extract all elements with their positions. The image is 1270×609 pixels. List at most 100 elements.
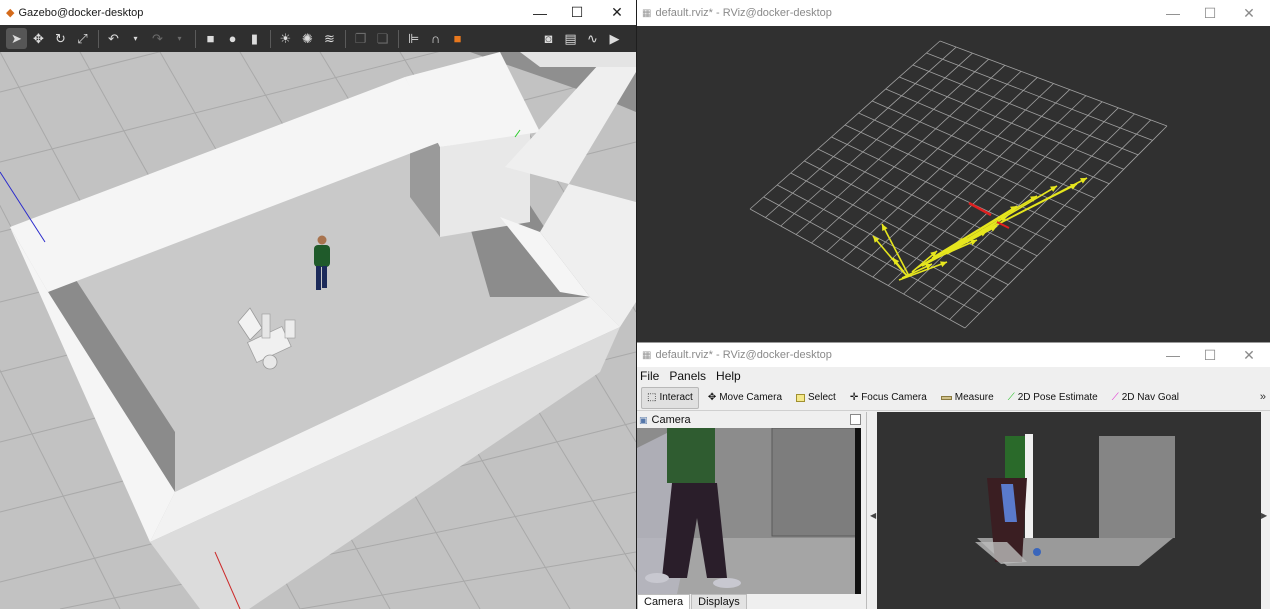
rviz-3d-view[interactable]	[637, 26, 1270, 342]
tool-move-camera[interactable]: ✥ Move Camera	[703, 387, 787, 409]
cursor-icon: ⬚	[647, 392, 657, 403]
gazebo-close-button[interactable]: ✕	[597, 0, 637, 25]
panel-icon: ▣	[639, 414, 648, 425]
tool-label: Interact	[659, 392, 693, 403]
rviz-bottom-scene	[877, 412, 1261, 609]
camera-image	[637, 428, 861, 594]
rviz-bottom-window-title: default.rviz* - RViz@docker-desktop	[655, 349, 832, 361]
screenshot-icon[interactable]: ◙	[538, 28, 559, 49]
tab-displays[interactable]: Displays	[691, 594, 747, 609]
align-icon[interactable]: ⊫	[403, 28, 424, 49]
ruler-icon	[940, 395, 952, 400]
grid-line	[749, 208, 966, 329]
pose-array	[872, 177, 1088, 281]
rviz-toolbar: ⬚ Interact ✥ Move Camera Select ✛ Focus …	[637, 385, 1270, 411]
paste-icon[interactable]: ❏	[372, 28, 393, 49]
spot-light-icon[interactable]: ✺	[297, 28, 318, 49]
menu-help[interactable]: Help	[716, 369, 741, 383]
rviz-bottom-minimize-button[interactable]: —	[1153, 343, 1193, 367]
undo-icon[interactable]: ↶	[103, 28, 124, 49]
camera-image-view	[637, 428, 861, 594]
gazebo-toolbar: ➤ ✥ ↻ ⤢ ↶ ▾ ↷ ▾ ■ ● ▮ ☀ ✺ ≋ ❐ ❏ ⊫ ∩ ■ ◙ …	[0, 25, 636, 52]
camera-panel-tabs: Camera Displays	[637, 594, 867, 609]
tool-label: Select	[808, 392, 836, 403]
tool-2d-nav-goal[interactable]: ⟋ 2D Nav Goal	[1107, 387, 1184, 409]
redo-icon[interactable]: ↷	[147, 28, 168, 49]
toolbar-divider	[270, 29, 271, 48]
rviz-top-titlebar[interactable]: ▦ default.rviz* - RViz@docker-desktop — …	[637, 0, 1270, 26]
gazebo-window-title: Gazebo@docker-desktop	[18, 6, 144, 19]
undo-history-icon[interactable]: ▾	[125, 28, 146, 49]
grid-line	[844, 124, 1067, 228]
gazebo-minimize-button[interactable]: —	[520, 0, 560, 25]
rviz-top-window-title: default.rviz* - RViz@docker-desktop	[655, 7, 832, 19]
gazebo-scene	[0, 52, 636, 609]
rotate-icon[interactable]: ↻	[50, 28, 71, 49]
move-icon: ✥	[707, 392, 717, 403]
snap-icon[interactable]: ∩	[425, 28, 446, 49]
rviz-top-window: ▦ default.rviz* - RViz@docker-desktop — …	[637, 0, 1270, 342]
toolbar-divider	[345, 29, 346, 48]
tool-label: Measure	[954, 392, 994, 403]
focus-icon: ✛	[849, 392, 859, 403]
collapse-right-icon[interactable]: ▶	[1261, 511, 1267, 520]
select-arrow-icon[interactable]: ➤	[6, 28, 27, 49]
copy-icon[interactable]: ❐	[350, 28, 371, 49]
change-view-icon[interactable]: ■	[447, 28, 468, 49]
rviz-top-minimize-button[interactable]: —	[1153, 0, 1193, 26]
tool-2d-pose-estimate[interactable]: ⟋ 2D Pose Estimate	[1003, 387, 1103, 409]
redo-history-icon[interactable]: ▾	[169, 28, 190, 49]
rviz-bottom-3d-view[interactable]	[877, 412, 1261, 609]
translate-icon[interactable]: ✥	[28, 28, 49, 49]
green-arrow-icon: ⟋	[1007, 392, 1015, 403]
tool-focus-camera[interactable]: ✛ Focus Camera	[845, 387, 932, 409]
tool-label: Focus Camera	[861, 392, 927, 403]
toolbar-overflow-button[interactable]: »	[1260, 391, 1266, 403]
rviz-bottom-maximize-button[interactable]: ☐	[1190, 343, 1230, 367]
gazebo-toolbar-right: ◙ ▤ ∿ ▶	[538, 28, 626, 49]
menu-panels[interactable]: Panels	[669, 369, 706, 383]
rviz-app-icon: ▦	[642, 7, 652, 19]
rviz-ground-grid	[749, 40, 1168, 329]
scale-icon[interactable]: ⤢	[72, 28, 93, 49]
tool-select[interactable]: Select	[791, 387, 841, 409]
video-icon[interactable]: ▶	[604, 28, 625, 49]
panel-float-button[interactable]	[850, 414, 861, 425]
gazebo-titlebar[interactable]: ◆ Gazebo@docker-desktop — ☐ ✕	[0, 0, 636, 25]
tool-label: 2D Pose Estimate	[1017, 392, 1098, 403]
rviz-grid-scene	[749, 40, 1168, 329]
rviz-bottom-window: ▦ default.rviz* - RViz@docker-desktop — …	[637, 342, 1270, 609]
plot-icon[interactable]: ∿	[582, 28, 603, 49]
toolbar-divider	[195, 29, 196, 48]
rviz-menubar: File Panels Help	[637, 367, 1270, 385]
camera-panel-header: ▣ Camera	[637, 412, 867, 428]
toolbar-divider	[398, 29, 399, 48]
tab-camera[interactable]: Camera	[637, 594, 691, 609]
tool-measure[interactable]: Measure	[936, 387, 999, 409]
select-icon	[796, 393, 806, 402]
rviz-top-maximize-button[interactable]: ☐	[1190, 0, 1230, 26]
point-light-icon[interactable]: ☀	[275, 28, 296, 49]
cylinder-icon[interactable]: ▮	[244, 28, 265, 49]
rviz-bottom-close-button[interactable]: ✕	[1229, 343, 1269, 367]
toolbar-divider	[98, 29, 99, 48]
tool-interact[interactable]: ⬚ Interact	[641, 386, 699, 409]
camera-panel: ▣ Camera Camera Displays	[637, 412, 867, 609]
log-icon[interactable]: ▤	[560, 28, 581, 49]
rviz-top-close-button[interactable]: ✕	[1229, 0, 1269, 26]
box-icon[interactable]: ■	[200, 28, 221, 49]
sphere-icon[interactable]: ●	[222, 28, 243, 49]
rviz-bottom-titlebar[interactable]: ▦ default.rviz* - RViz@docker-desktop — …	[637, 343, 1270, 367]
grid-line	[831, 136, 1052, 242]
collapse-left-icon[interactable]: ◀	[870, 511, 876, 520]
pink-arrow-icon: ⟋	[1111, 392, 1119, 403]
directional-light-icon[interactable]: ≋	[319, 28, 340, 49]
gazebo-3d-viewport[interactable]	[0, 52, 636, 609]
gazebo-maximize-button[interactable]: ☐	[557, 0, 597, 25]
camera-panel-title: Camera	[651, 414, 691, 426]
menu-file[interactable]: File	[640, 369, 659, 383]
grid-line	[817, 148, 1038, 257]
gazebo-window: ◆ Gazebo@docker-desktop — ☐ ✕ ➤ ✥ ↻ ⤢ ↶ …	[0, 0, 636, 609]
gazebo-app-icon: ◆	[6, 7, 15, 19]
tool-label: Move Camera	[719, 392, 783, 403]
